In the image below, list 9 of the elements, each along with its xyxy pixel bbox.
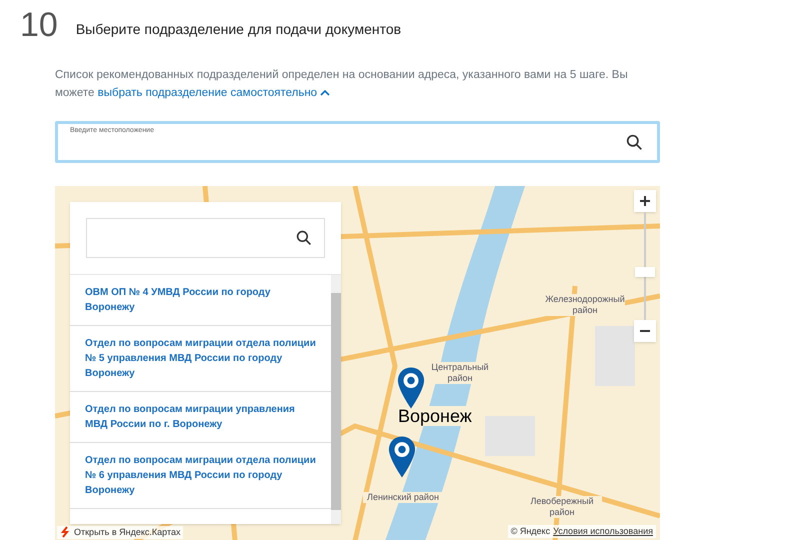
district-label: Железнодорожный район bbox=[545, 294, 625, 316]
terms-link[interactable]: Условия использования bbox=[553, 524, 653, 538]
district-label: Ленинский район bbox=[363, 492, 443, 503]
step-title: Выберите подразделение для подачи документов bbox=[76, 20, 402, 39]
description-text: Список рекомендованных подразделений определен на основании адреса, указанного вами на 5 шаге. Вы можете выбрать подразделение самостоятельно bbox=[55, 68, 629, 101]
copyright-text: © Яндекс bbox=[510, 524, 550, 538]
step-number: 10 bbox=[20, 8, 58, 42]
city-label: Воронеж bbox=[398, 406, 472, 426]
choose-subdivision-link[interactable]: выбрать подразделение самостоятельно bbox=[98, 87, 330, 99]
